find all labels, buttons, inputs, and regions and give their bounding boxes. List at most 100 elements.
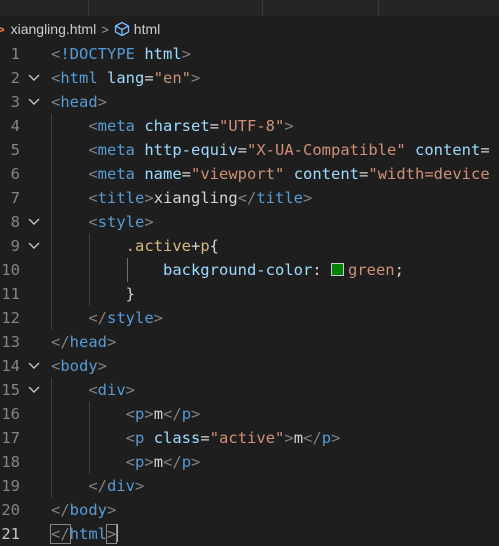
code-token: m <box>293 429 304 447</box>
code-token: = <box>181 165 192 183</box>
fold-chevron-icon[interactable] <box>27 354 41 378</box>
code-token: < <box>51 69 61 87</box>
code-line[interactable]: 11 } <box>0 282 499 306</box>
code-token: </ <box>163 405 182 423</box>
code-token: style <box>107 309 154 327</box>
code-text: <style> <box>51 210 153 234</box>
code-token: < <box>88 189 98 207</box>
code-token: < <box>88 381 98 399</box>
code-token: < <box>51 45 61 63</box>
code-line[interactable]: 18 <p>m</p> <box>0 450 499 474</box>
code-line[interactable]: 10 background-color: green; <box>0 258 499 282</box>
code-line[interactable]: 1 <!DOCTYPE html> <box>0 42 499 66</box>
code-token: head <box>60 93 98 111</box>
code-token: ; <box>394 261 404 279</box>
line-number: 5 <box>10 141 20 159</box>
code-token: </ <box>163 453 182 471</box>
code-line[interactable]: 5 <meta http-equiv="X-UA-Compatible" con… <box>0 138 499 162</box>
code-token: + <box>190 237 201 255</box>
line-number: 1 <box>10 45 20 63</box>
line-number: 13 <box>1 333 20 351</box>
code-token: < <box>88 117 98 135</box>
code-token: p <box>321 429 332 447</box>
code-line[interactable]: 16 <p>m</p> <box>0 402 499 426</box>
code-token: xiangling <box>153 189 238 207</box>
code-text: <!DOCTYPE html> <box>51 42 191 66</box>
code-token: content <box>293 165 360 183</box>
code-token: p <box>200 237 210 255</box>
line-number: 7 <box>10 189 20 207</box>
code-token: { <box>209 237 220 255</box>
line-number: 10 <box>1 261 20 279</box>
code-token: > <box>181 45 192 63</box>
code-token: body <box>69 501 107 519</box>
fold-chevron-icon[interactable] <box>27 234 41 258</box>
code-token: meta <box>97 117 135 135</box>
code-line[interactable]: 4 <meta charset="UTF-8"> <box>0 114 499 138</box>
fold-chevron-icon[interactable] <box>27 378 41 402</box>
line-number: 18 <box>1 453 20 471</box>
code-line[interactable]: 12 </style> <box>0 306 499 330</box>
code-token: < <box>88 165 98 183</box>
code-token: = <box>200 429 210 447</box>
breadcrumb-file[interactable]: xiangling.html <box>11 21 97 37</box>
code-line[interactable]: 9 .active+p{ <box>0 234 499 258</box>
breadcrumb-symbol[interactable]: html <box>134 21 160 37</box>
code-line[interactable]: 20 </body> <box>0 498 499 522</box>
code-token: m <box>153 405 164 423</box>
code-token: </ <box>88 477 107 495</box>
code-token: > <box>284 117 294 135</box>
code-line[interactable]: 13 </head> <box>0 330 499 354</box>
code-line[interactable]: 8 <style> <box>0 210 499 234</box>
code-token: > <box>97 93 108 111</box>
code-line[interactable]: 17 <p class="active">m</p> <box>0 426 499 450</box>
code-line[interactable]: 7 <title>xiangling</title> <box>0 186 499 210</box>
code-token: head <box>69 333 107 351</box>
code-token: http-equiv <box>144 141 238 159</box>
line-number: 16 <box>1 405 20 423</box>
tab-separator <box>262 0 263 16</box>
code-token: </ <box>88 309 107 327</box>
code-line[interactable]: 19 </div> <box>0 474 499 498</box>
code-token: div <box>107 477 135 495</box>
code-token: name <box>144 165 182 183</box>
code-token: > <box>153 309 164 327</box>
code-editor[interactable]: 1 <!DOCTYPE html> 2 <html lang="en"> 3 <head>… <box>0 42 499 544</box>
code-line[interactable]: 2 <html lang="en"> <box>0 66 499 90</box>
fold-chevron-icon[interactable] <box>27 66 41 90</box>
line-number: 14 <box>1 357 20 375</box>
fold-chevron-icon[interactable] <box>27 210 41 234</box>
code-token: m <box>153 453 164 471</box>
code-text: <head> <box>51 90 107 114</box>
color-swatch-icon[interactable] <box>330 263 344 276</box>
code-text: <meta http-equiv="X-UA-Compatible" conte… <box>51 138 489 162</box>
line-number: 21 <box>1 525 20 543</box>
line-number: 9 <box>10 237 20 255</box>
line-number: 8 <box>10 213 20 231</box>
code-line[interactable]: 3 <head> <box>0 90 499 114</box>
code-token: = <box>144 69 154 87</box>
code-line[interactable]: 14 <body> <box>0 354 499 378</box>
code-token: body <box>60 357 98 375</box>
code-token: > <box>125 381 136 399</box>
code-line[interactable]: 15 <div> <box>0 378 499 402</box>
code-text: <div> <box>51 378 135 402</box>
code-text: <meta charset="UTF-8"> <box>51 114 294 138</box>
code-token: "width=device <box>368 165 490 183</box>
code-line[interactable]: 21 </html> <box>0 522 499 546</box>
code-line[interactable]: 6 <meta name="viewport" content="width=d… <box>0 162 499 186</box>
tab-separator <box>378 0 379 16</box>
code-token: "viewport" <box>191 165 285 183</box>
fold-chevron-icon[interactable] <box>27 90 41 114</box>
code-token: div <box>97 381 126 399</box>
code-token: > <box>135 477 145 495</box>
